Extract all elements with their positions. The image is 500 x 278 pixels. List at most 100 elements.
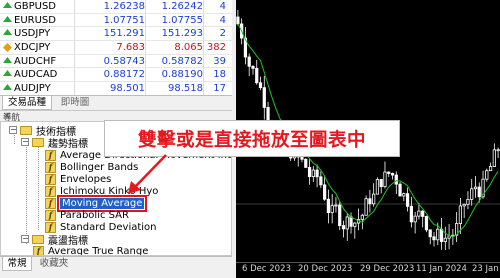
candle — [402, 192, 406, 202]
indicator-bollinger-bands[interactable]: f Bollinger Bands — [45, 161, 138, 173]
tree-line — [26, 144, 27, 244]
candle — [356, 208, 361, 231]
market-watch-row[interactable]: EURUSD 1.07751 1.07755 4 — [0, 14, 232, 28]
symbol-cell: AUDCAD — [14, 69, 58, 81]
indicator-label: Envelopes — [60, 173, 112, 185]
time-axis-label: 20 Dec 2023 — [298, 264, 353, 274]
market-watch-row[interactable]: AUDCHF 0.58743 0.58782 39 — [0, 55, 232, 69]
candle — [334, 197, 338, 213]
ask-cell: 0.88190 — [161, 69, 203, 81]
market-watch-row[interactable]: USDJPY 151.291 151.293 2 — [0, 27, 232, 42]
candle — [368, 189, 372, 213]
indicator-label-selected: Moving Average — [56, 194, 148, 212]
tab-tick-chart[interactable]: 即時圖 — [56, 96, 94, 110]
up-arrow-icon — [0, 70, 14, 79]
market-watch-row[interactable]: AUDCAD 0.88172 0.88190 18 — [0, 69, 232, 83]
tab-symbols[interactable]: 交易品種 — [2, 96, 52, 110]
candle — [428, 229, 432, 245]
candle — [236, 10, 240, 26]
indicator-parabolic-sar[interactable]: f Parabolic SAR — [45, 209, 129, 221]
candle — [496, 147, 500, 159]
spread-cell: 2 — [219, 28, 226, 40]
candle — [323, 175, 327, 201]
tab-common[interactable]: 常規 — [2, 257, 32, 271]
market-watch-row[interactable]: AUDJPY 98.501 98.518 17 — [0, 82, 232, 96]
indicator-label: Parabolic SAR — [60, 209, 129, 221]
candle — [379, 179, 383, 194]
symbol-cell: AUDCHF — [14, 55, 57, 67]
symbol-cell: EURUSD — [14, 14, 56, 26]
indicator-atr[interactable]: f Average True Range — [33, 245, 149, 256]
indicator-icon: f — [45, 197, 56, 209]
candle — [353, 221, 357, 239]
candle — [405, 187, 410, 212]
symbol-cell: USDJPY — [14, 28, 51, 40]
candle — [247, 53, 251, 77]
candle — [473, 176, 478, 198]
indicator-label: Bollinger Bands — [60, 161, 139, 173]
candle — [488, 162, 493, 172]
candle — [258, 76, 263, 90]
time-axis-label: 11 Jan 2024 — [416, 264, 467, 274]
up-arrow-icon — [0, 84, 14, 93]
candle — [330, 194, 334, 224]
indicator-icon: f — [45, 173, 56, 185]
tree-node-trend[interactable]: − 趨勢指標 — [21, 136, 88, 150]
indicator-moving-average[interactable]: f Moving Average — [45, 194, 148, 212]
candle — [424, 215, 429, 233]
folder-icon — [32, 234, 44, 244]
market-watch-row[interactable]: GBPUSD 1.26238 1.26242 4 — [0, 0, 232, 14]
candle — [485, 168, 489, 182]
market-watch-tabs: 交易品種 即時圖 — [0, 95, 232, 110]
instruction-text: 雙擊或是直接拖放至圖表中 — [137, 129, 366, 151]
candle — [387, 171, 391, 177]
time-axis-label: 29 Dec 2023 — [360, 264, 415, 274]
candle — [338, 201, 342, 231]
candle — [462, 203, 466, 219]
market-watch-row[interactable]: XDCJPY 7.683 8.065 382 — [0, 41, 232, 55]
candle — [470, 178, 474, 206]
bid-cell: 151.291 — [103, 28, 145, 40]
spread-cell: 4 — [219, 0, 226, 12]
collapse-icon[interactable]: − — [9, 126, 17, 134]
candle — [311, 165, 315, 183]
candle — [458, 197, 463, 234]
candle — [375, 177, 380, 195]
tab-favorites[interactable]: 收藏夾 — [36, 257, 72, 271]
tree-node-oscillators[interactable]: − 震盪指標 — [21, 233, 88, 247]
candle — [421, 210, 425, 228]
candle — [319, 171, 323, 189]
candle — [243, 27, 248, 65]
navigator-tabs: 常規 收藏夾 — [0, 256, 232, 278]
indicator-label: Ichimoku Kinko Hyo — [60, 185, 159, 197]
candle — [394, 171, 398, 195]
candle — [372, 183, 376, 207]
symbol-cell: XDCJPY — [14, 41, 51, 53]
ask-cell: 0.58782 — [161, 55, 203, 67]
candle — [409, 196, 413, 228]
tree-node-label: 趨勢指標 — [48, 138, 88, 150]
bid-cell: 0.88172 — [103, 69, 145, 81]
candle — [455, 212, 459, 243]
candle — [492, 143, 496, 167]
indicator-ichimoku[interactable]: f Ichimoku Kinko Hyo — [45, 185, 158, 197]
indicator-label: Average True Range — [48, 245, 149, 256]
candle — [251, 65, 255, 75]
candle — [413, 211, 417, 234]
collapse-icon[interactable]: − — [21, 235, 29, 243]
candle — [383, 161, 387, 189]
up-arrow-icon — [0, 15, 14, 25]
ask-cell: 98.518 — [168, 83, 203, 95]
candle — [326, 189, 331, 224]
candle — [304, 158, 308, 168]
candle — [345, 213, 349, 241]
indicator-envelopes[interactable]: f Envelopes — [45, 173, 111, 185]
spread-cell: 17 — [213, 83, 226, 95]
candle — [307, 158, 312, 185]
candle — [398, 182, 402, 197]
up-arrow-icon — [0, 29, 14, 38]
candle — [443, 226, 447, 250]
collapse-icon[interactable]: − — [21, 138, 29, 146]
candle — [255, 59, 259, 85]
up-arrow-icon — [0, 1, 14, 11]
